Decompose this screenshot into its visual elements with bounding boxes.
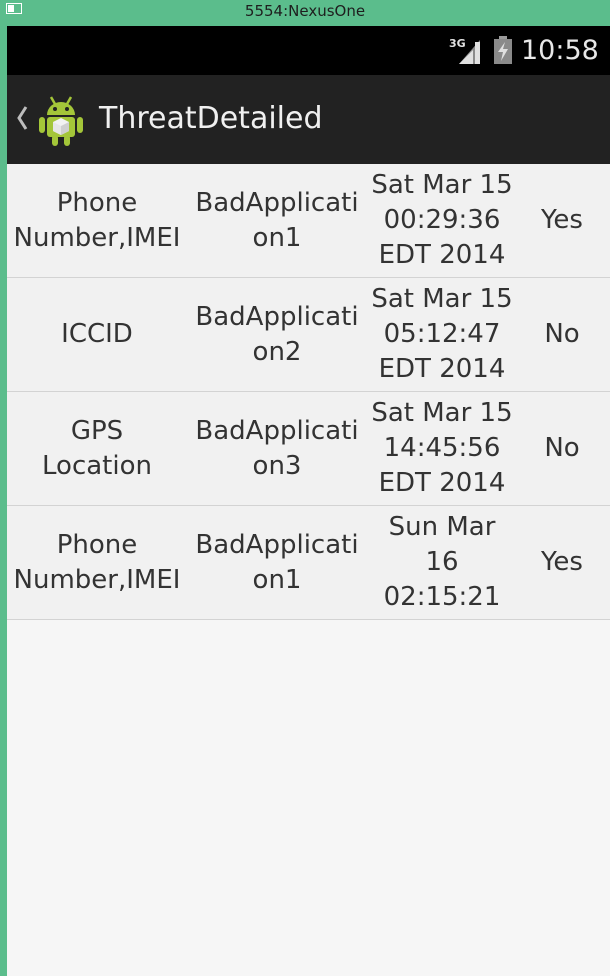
- date-cell: Sat Mar 15 05:12:47 EDT 2014: [371, 284, 513, 384]
- status-clock: 10:58: [521, 35, 599, 66]
- list-item[interactable]: ICCID BadApplication2 Sat Mar 15 05:12:4…: [7, 278, 610, 392]
- signal-3g-icon: 3G: [449, 37, 480, 64]
- list-item[interactable]: GPS Location BadApplication3 Sat Mar 15 …: [7, 392, 610, 506]
- date-cell: Sat Mar 15 14:45:56 EDT 2014: [371, 398, 513, 498]
- page-title: ThreatDetailed: [99, 101, 323, 136]
- status-bar: 3G 10:58: [7, 26, 610, 75]
- data-type-cell: ICCID: [61, 319, 133, 349]
- battery-charging-icon: [494, 36, 512, 64]
- device-screen: 3G 10:58 ThreatDetailed Phone Number,IME…: [7, 26, 610, 976]
- android-app-icon[interactable]: [35, 93, 87, 147]
- status-cell: No: [544, 319, 580, 349]
- app-name-cell: BadApplication1: [195, 529, 359, 595]
- action-bar: ThreatDetailed: [7, 75, 610, 164]
- app-name-cell: BadApplication1: [195, 187, 359, 253]
- list-item[interactable]: Phone Number,IMEI BadApplication1 Sun Ma…: [7, 506, 610, 620]
- window-title: 5554:NexusOne: [244, 2, 366, 20]
- status-cell: Yes: [541, 547, 583, 577]
- date-cell: Sun Mar 16 02:15:21: [383, 512, 501, 612]
- data-type-cell: Phone Number,IMEI: [13, 529, 181, 595]
- status-cell: No: [544, 433, 580, 463]
- list-item[interactable]: Phone Number,IMEI BadApplication1 Sat Ma…: [7, 164, 610, 278]
- svg-text:3G: 3G: [449, 37, 466, 50]
- date-cell: Sat Mar 15 00:29:36 EDT 2014: [371, 170, 513, 270]
- data-type-cell: GPS Location: [42, 415, 152, 481]
- status-cell: Yes: [541, 205, 583, 235]
- emulator-title-bar: 5554:NexusOne: [0, 0, 610, 26]
- threat-list: Phone Number,IMEI BadApplication1 Sat Ma…: [7, 164, 610, 620]
- data-type-cell: Phone Number,IMEI: [13, 187, 181, 253]
- up-navigation-icon[interactable]: [15, 102, 29, 134]
- app-name-cell: BadApplication3: [195, 415, 359, 481]
- app-name-cell: BadApplication2: [195, 301, 359, 367]
